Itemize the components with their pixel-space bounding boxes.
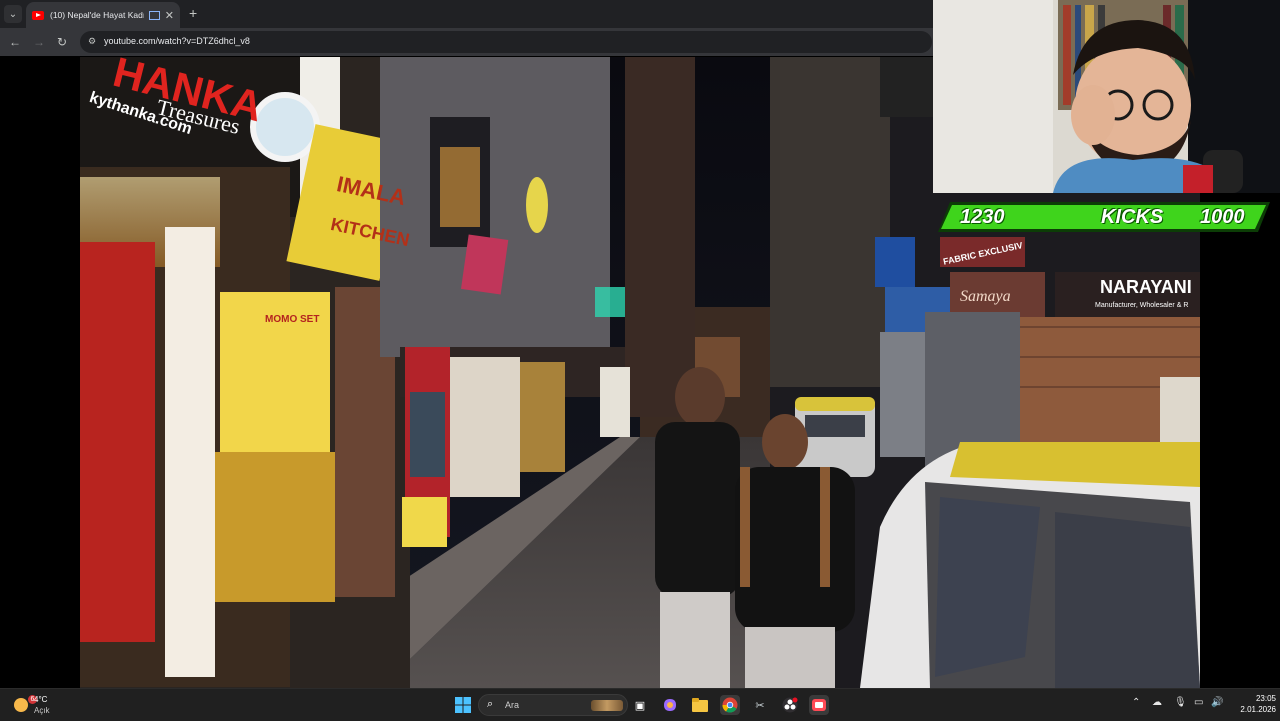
obs-icon[interactable] xyxy=(780,695,800,715)
weather-widget[interactable]: 6 4°C Açık xyxy=(10,693,70,717)
kicks-label: KICKS xyxy=(1101,206,1164,228)
kicks-goal-count: 1000 xyxy=(1200,206,1245,228)
search-icon: ⌕ xyxy=(487,698,494,710)
youtube-icon xyxy=(32,10,44,20)
clock-date: 2.01.2026 xyxy=(1240,705,1276,714)
samaya-sign: Samaya xyxy=(960,288,1011,305)
copilot-icon[interactable] xyxy=(660,695,680,715)
tab-close-button[interactable]: ✕ xyxy=(165,9,174,22)
address-bar[interactable]: ⚙ youtube.com/watch?v=DTZ6dhcl_v8 xyxy=(80,31,932,53)
file-explorer-icon[interactable] xyxy=(690,695,710,715)
streaming-app-icon[interactable] xyxy=(809,695,829,715)
site-info-icon[interactable]: ⚙ xyxy=(88,36,98,46)
weather-condition: Açık xyxy=(34,706,50,715)
narayani-sub-sign: Manufacturer, Wholesaler & R xyxy=(1095,302,1188,309)
snipping-tool-icon[interactable]: ✂ xyxy=(750,695,770,715)
windows-logo-icon xyxy=(455,697,471,713)
narayani-sign: NARAYANI xyxy=(1100,277,1192,297)
cast-icon xyxy=(148,10,160,20)
task-view-icon[interactable]: ▣ xyxy=(630,695,650,715)
clock[interactable]: 23:05 2.01.2026 xyxy=(1228,693,1276,715)
browser-tab[interactable]: (10) Nepal'de Hayat Kadınlar ✕ xyxy=(26,2,180,28)
webcam-overlay xyxy=(933,0,1280,193)
search-placeholder: Ara xyxy=(505,700,520,710)
webcam-feed xyxy=(933,0,1280,193)
volume-icon[interactable]: 🔊 xyxy=(1211,697,1223,708)
tab-title: (10) Nepal'de Hayat Kadınlar xyxy=(50,10,144,20)
search-highlight-image xyxy=(591,700,623,711)
forward-button[interactable]: → xyxy=(30,33,48,51)
kicks-goal-bar: 1230 KICKS 1000 xyxy=(938,202,1270,232)
momo-menu-sign: MOMO SET xyxy=(265,314,319,325)
browser-toolbar: ← → ↻ ⚙ youtube.com/watch?v=DTZ6dhcl_v8 xyxy=(0,28,933,56)
network-icon[interactable]: ▭ xyxy=(1194,697,1203,708)
kicks-current-count: 1230 xyxy=(960,206,1005,228)
cloud-sync-icon[interactable]: ☁ xyxy=(1152,697,1162,708)
start-button[interactable] xyxy=(453,695,473,715)
weather-moon-icon xyxy=(14,698,28,712)
address-url: youtube.com/watch?v=DTZ6dhcl_v8 xyxy=(104,36,250,46)
show-hidden-icons-icon[interactable]: ⌃ xyxy=(1132,697,1140,708)
taskbar: 6 4°C Açık ⌕ Ara ▣ ✂ ⌃ ☁ 🎙 ▭ 🔊 23:05 2.0… xyxy=(0,688,1280,721)
back-button[interactable]: ← xyxy=(6,33,24,51)
browser-tab-bar: ⌄ (10) Nepal'de Hayat Kadınlar ✕ + xyxy=(0,0,933,28)
clock-time: 23:05 xyxy=(1255,694,1276,703)
tab-search-menu-button[interactable]: ⌄ xyxy=(4,5,22,23)
chrome-icon[interactable] xyxy=(720,695,740,715)
weather-temp: 4°C xyxy=(34,695,48,704)
new-tab-button[interactable]: + xyxy=(189,5,197,21)
reload-button[interactable]: ↻ xyxy=(53,33,71,51)
microphone-icon[interactable]: 🎙 xyxy=(1174,697,1187,708)
taskbar-search[interactable]: ⌕ Ara xyxy=(478,694,628,716)
